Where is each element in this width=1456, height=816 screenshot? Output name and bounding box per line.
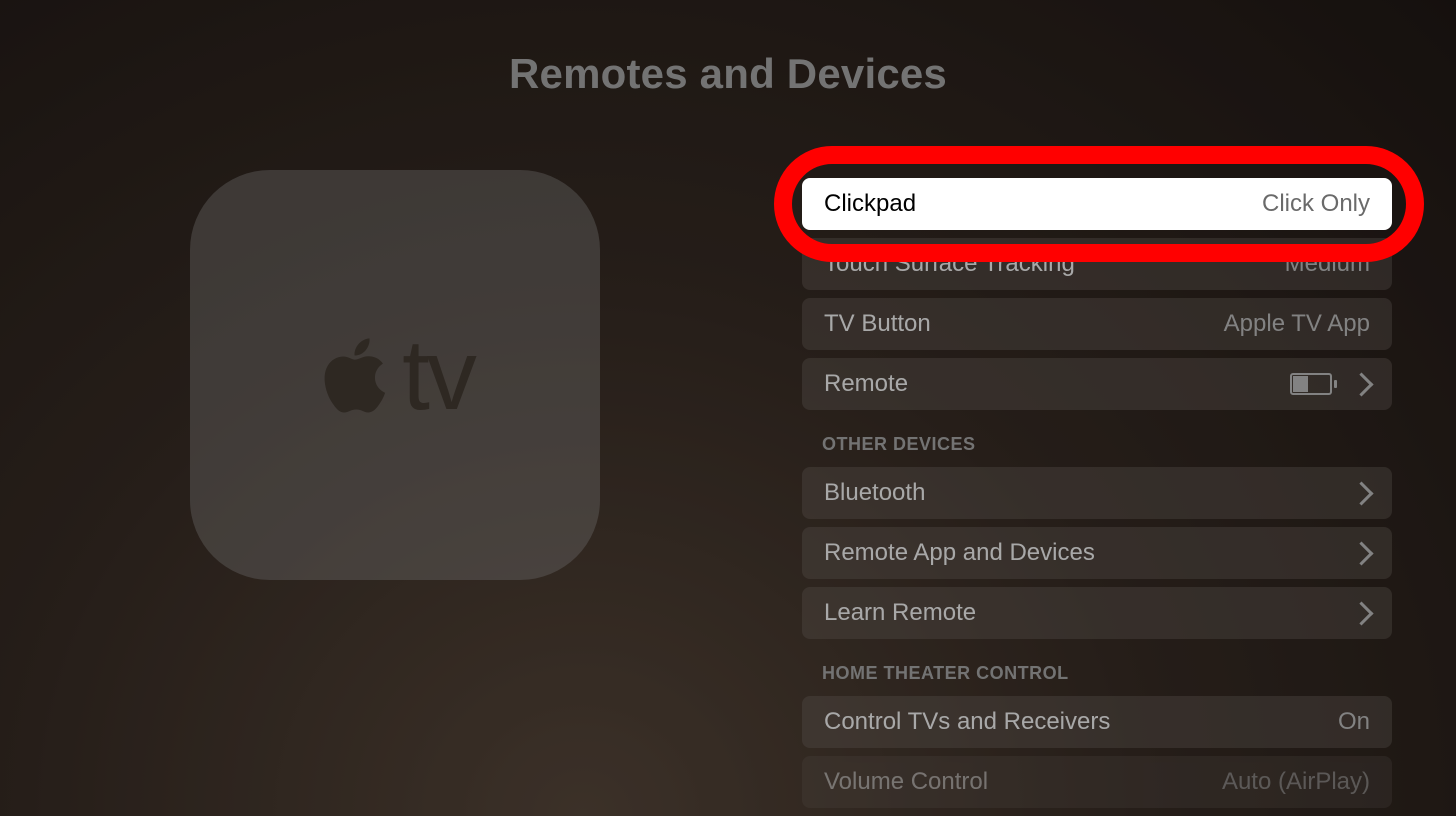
appletv-logo: tv — [316, 318, 474, 433]
row-label: Control TVs and Receivers — [824, 708, 1110, 736]
row-value: Medium — [1285, 250, 1370, 278]
row-clickpad[interactable]: Clickpad Click Only — [802, 178, 1392, 230]
row-value: On — [1338, 708, 1370, 736]
row-label: Learn Remote — [824, 599, 976, 627]
settings-screen: Remotes and Devices tv Clickpad Click On… — [0, 0, 1456, 816]
section-header-home-theater: HOME THEATER CONTROL — [822, 663, 1392, 684]
row-value: Auto (AirPlay) — [1222, 768, 1370, 796]
row-volume-control[interactable]: Volume Control Auto (AirPlay) — [802, 756, 1392, 808]
settings-list: Clickpad Click Only Touch Surface Tracki… — [802, 178, 1392, 816]
page-title: Remotes and Devices — [0, 50, 1456, 98]
apple-icon — [316, 328, 394, 422]
row-label: Clickpad — [824, 190, 916, 218]
row-bluetooth[interactable]: Bluetooth — [802, 467, 1392, 519]
row-label: TV Button — [824, 310, 931, 338]
row-touch-surface-tracking[interactable]: Touch Surface Tracking Medium — [802, 238, 1392, 290]
chevron-right-icon — [1349, 541, 1373, 565]
battery-icon — [1290, 373, 1337, 395]
chevron-right-icon — [1349, 372, 1373, 396]
row-learn-remote[interactable]: Learn Remote — [802, 587, 1392, 639]
appletv-tile: tv — [190, 170, 600, 580]
row-label: Volume Control — [824, 768, 988, 796]
row-label: Touch Surface Tracking — [824, 250, 1075, 278]
row-control-tvs-and-receivers[interactable]: Control TVs and Receivers On — [802, 696, 1392, 748]
row-remote-app-and-devices[interactable]: Remote App and Devices — [802, 527, 1392, 579]
chevron-right-icon — [1349, 601, 1373, 625]
appletv-text: tv — [402, 318, 474, 433]
row-value: Apple TV App — [1224, 310, 1370, 338]
row-label: Bluetooth — [824, 479, 925, 507]
section-header-other-devices: OTHER DEVICES — [822, 434, 1392, 455]
row-label: Remote App and Devices — [824, 539, 1095, 567]
row-tv-button[interactable]: TV Button Apple TV App — [802, 298, 1392, 350]
chevron-right-icon — [1349, 481, 1373, 505]
row-remote[interactable]: Remote — [802, 358, 1392, 410]
row-value: Click Only — [1262, 190, 1370, 218]
row-label: Remote — [824, 370, 908, 398]
